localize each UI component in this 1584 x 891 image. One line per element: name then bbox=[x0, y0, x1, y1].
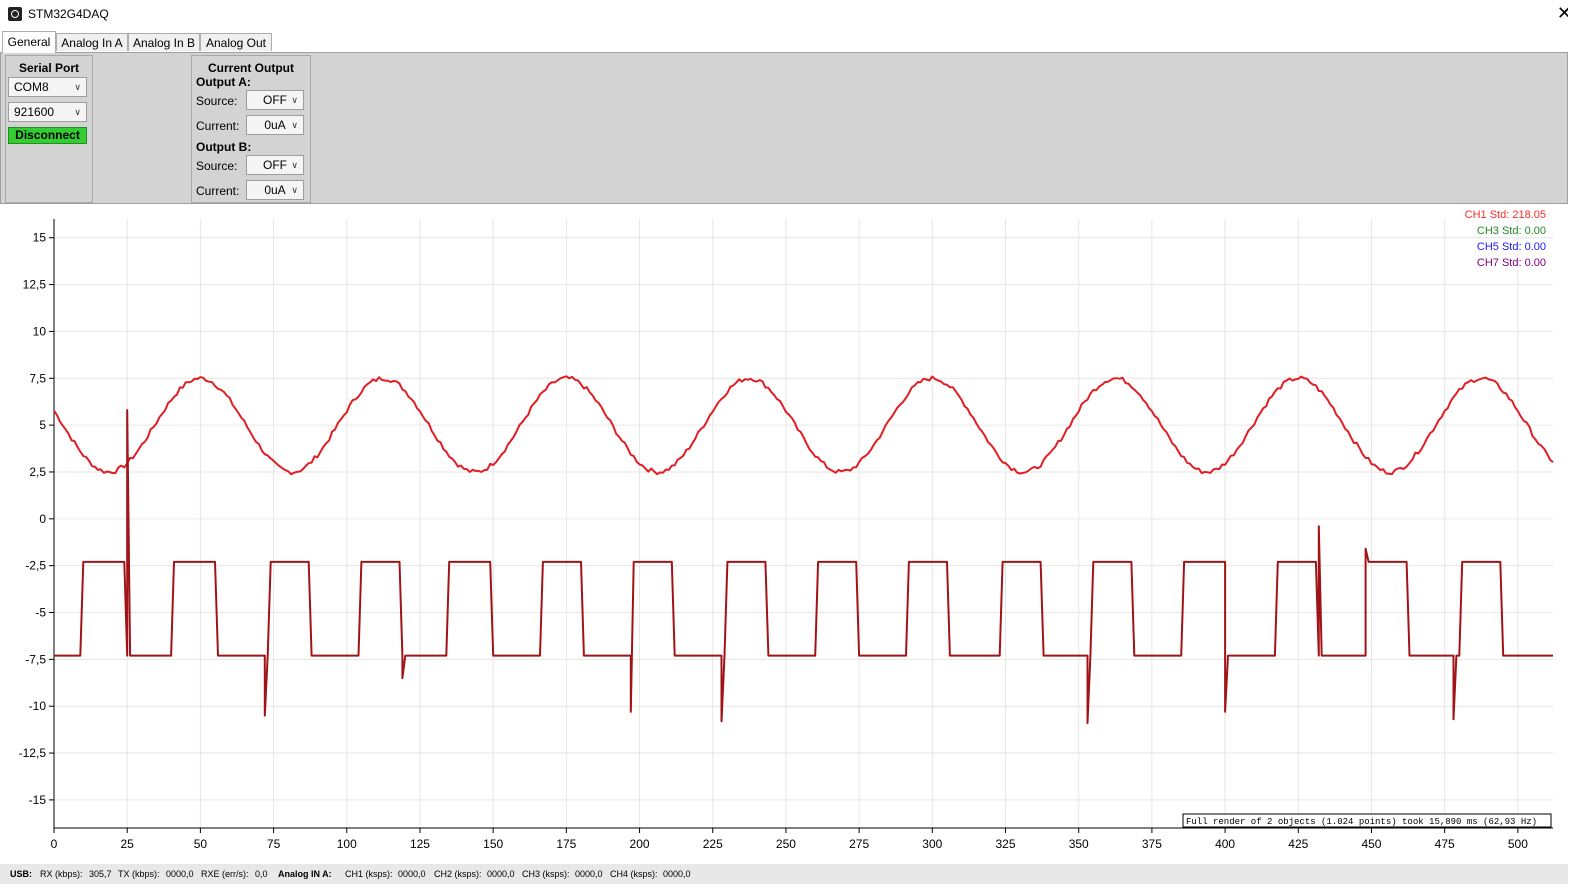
x-tick-label: 375 bbox=[1142, 837, 1162, 851]
output-a-source-value: OFF bbox=[263, 93, 287, 107]
ch1-label: CH1 (ksps): bbox=[345, 869, 393, 879]
y-tick-label: -2,5 bbox=[25, 559, 46, 573]
x-tick-label: 50 bbox=[194, 837, 208, 851]
tab-analog-out[interactable]: Analog Out bbox=[200, 33, 272, 51]
y-tick-label: -7,5 bbox=[25, 652, 46, 666]
legend-entry: CH5 Std: 0.00 bbox=[1477, 241, 1546, 253]
x-tick-label: 150 bbox=[483, 837, 503, 851]
x-tick-label: 225 bbox=[703, 837, 723, 851]
output-b-current-select[interactable]: 0uA ∨ bbox=[246, 180, 304, 200]
tab-analog-in-a[interactable]: Analog In A bbox=[56, 33, 128, 51]
title-bar: STM32G4DAQ ✕ bbox=[0, 0, 1584, 30]
chevron-down-icon: ∨ bbox=[291, 95, 298, 105]
ch1-value: 0000,0 bbox=[398, 869, 426, 879]
output-b-current-value: 0uA bbox=[264, 183, 286, 197]
port-select[interactable]: COM8 ∨ bbox=[8, 77, 87, 97]
series-line-2 bbox=[54, 409, 1553, 725]
baud-select[interactable]: 921600 ∨ bbox=[8, 102, 87, 122]
chevron-down-icon: ∨ bbox=[291, 160, 298, 170]
chevron-down-icon: ∨ bbox=[74, 107, 81, 117]
output-a-current-select[interactable]: 0uA ∨ bbox=[246, 115, 304, 135]
tab-analog-in-b[interactable]: Analog In B bbox=[128, 33, 200, 51]
y-tick-label: 10 bbox=[33, 324, 47, 338]
tab-general[interactable]: General bbox=[2, 31, 56, 53]
x-tick-label: 0 bbox=[51, 837, 58, 851]
y-tick-label: -15 bbox=[29, 793, 47, 807]
ch3-value: 0000,0 bbox=[575, 869, 603, 879]
x-tick-label: 75 bbox=[267, 837, 281, 851]
status-bar: USB: RX (kbps): 305,7 TX (kbps): 0000,0 … bbox=[0, 864, 1568, 884]
output-a-current-label: Current: bbox=[196, 119, 240, 133]
tx-label: TX (kbps): bbox=[118, 869, 160, 879]
baud-value: 921600 bbox=[14, 105, 55, 119]
x-tick-label: 500 bbox=[1508, 837, 1528, 851]
y-tick-label: 2,5 bbox=[29, 465, 46, 479]
output-b-current-label: Current: bbox=[196, 184, 240, 198]
y-tick-label: -12,5 bbox=[19, 746, 47, 760]
x-tick-label: 450 bbox=[1361, 837, 1381, 851]
plot-area[interactable]: 0 25 50 75 100 125 150 175 200 225 250 275 300 325 350… bbox=[0, 205, 1568, 863]
ch2-value: 0000,0 bbox=[487, 869, 515, 879]
output-b-label: Output B: bbox=[196, 140, 252, 154]
x-tick-label: 400 bbox=[1215, 837, 1235, 851]
ch2-label: CH2 (ksps): bbox=[434, 869, 482, 879]
y-tick-label: -5 bbox=[35, 606, 46, 620]
output-a-current-value: 0uA bbox=[264, 118, 286, 132]
x-tick-label: 100 bbox=[337, 837, 357, 851]
ch4-label: CH4 (ksps): bbox=[610, 869, 658, 879]
x-tick-label: 300 bbox=[922, 837, 942, 851]
legend-entry: CH3 Std: 0.00 bbox=[1477, 225, 1546, 237]
y-tick-label: -10 bbox=[29, 699, 47, 713]
chevron-down-icon: ∨ bbox=[291, 120, 298, 130]
x-tick-label: 275 bbox=[849, 837, 869, 851]
legend-entry: CH1 Std: 218.05 bbox=[1465, 209, 1546, 221]
ch4-value: 0000,0 bbox=[663, 869, 691, 879]
rxe-value: 0,0 bbox=[255, 869, 268, 879]
disconnect-button[interactable]: Disconnect bbox=[8, 127, 87, 144]
current-output-title: Current Output bbox=[208, 61, 294, 75]
output-a-label: Output A: bbox=[196, 75, 251, 89]
y-tick-label: 7,5 bbox=[29, 371, 46, 385]
x-tick-label: 125 bbox=[410, 837, 430, 851]
x-tick-label: 325 bbox=[995, 837, 1015, 851]
app-icon bbox=[8, 7, 22, 21]
usb-label: USB: bbox=[10, 869, 32, 879]
legend-entry: CH7 Std: 0.00 bbox=[1477, 257, 1546, 269]
output-a-source-select[interactable]: OFF ∨ bbox=[246, 90, 304, 110]
x-tick-label: 350 bbox=[1069, 837, 1089, 851]
x-tick-label: 250 bbox=[776, 837, 796, 851]
window-edge bbox=[1568, 0, 1584, 891]
y-tick-label: 5 bbox=[39, 418, 46, 432]
render-info-text: Full render of 2 objects (1.024 points) … bbox=[1186, 817, 1537, 827]
rxe-label: RXE (err/s): bbox=[201, 869, 249, 879]
port-value: COM8 bbox=[14, 80, 49, 94]
output-a-source-label: Source: bbox=[196, 94, 238, 108]
x-tick-label: 475 bbox=[1435, 837, 1455, 851]
y-tick-label: 15 bbox=[33, 231, 47, 245]
x-tick-label: 175 bbox=[556, 837, 576, 851]
tx-value: 0000,0 bbox=[166, 869, 194, 879]
chevron-down-icon: ∨ bbox=[74, 82, 81, 92]
ch3-label: CH3 (ksps): bbox=[522, 869, 570, 879]
output-b-source-select[interactable]: OFF ∨ bbox=[246, 155, 304, 175]
x-tick-label: 200 bbox=[630, 837, 650, 851]
rx-label: RX (kbps): bbox=[40, 869, 83, 879]
rx-value: 305,7 bbox=[89, 869, 112, 879]
waveform-chart[interactable]: 0 25 50 75 100 125 150 175 200 225 250 275 300 325 350… bbox=[0, 205, 1568, 863]
chevron-down-icon: ∨ bbox=[291, 185, 298, 195]
x-tick-label: 25 bbox=[121, 837, 135, 851]
analog-in-a-label: Analog IN A: bbox=[278, 869, 332, 879]
y-tick-label: 0 bbox=[39, 512, 46, 526]
output-b-source-value: OFF bbox=[263, 158, 287, 172]
y-tick-label: 12,5 bbox=[23, 278, 47, 292]
x-tick-label: 425 bbox=[1288, 837, 1308, 851]
output-b-source-label: Source: bbox=[196, 159, 238, 173]
window-title: STM32G4DAQ bbox=[28, 7, 109, 21]
serial-port-title: Serial Port bbox=[18, 61, 80, 75]
